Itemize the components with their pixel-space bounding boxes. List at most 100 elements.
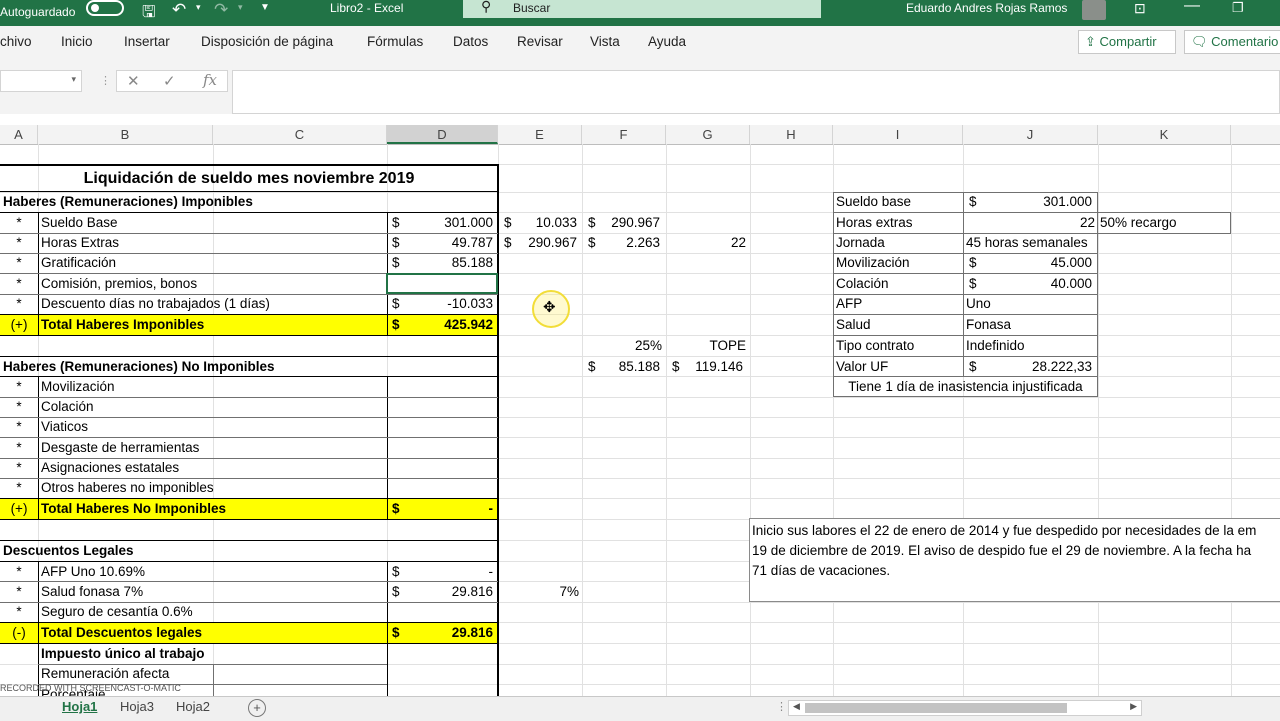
search-box[interactable]: ⚲ Buscar <box>463 0 821 18</box>
note-line: 71 días de vacaciones. <box>752 563 891 578</box>
total-currency: $ <box>392 317 400 332</box>
horizontal-scrollbar[interactable]: ◀ ▶ <box>788 700 1142 716</box>
add-sheet-icon[interactable]: + <box>248 699 266 717</box>
column-header-c[interactable]: C <box>213 125 387 144</box>
row-mark: * <box>16 296 22 311</box>
sheet-tab-hoja2[interactable]: Hoja2 <box>176 699 210 714</box>
total-currency: $ <box>392 625 400 640</box>
tab-insert[interactable]: Insertar <box>124 34 170 49</box>
section-impuesto: Impuesto único al trabajo <box>41 646 205 661</box>
column-header-h[interactable]: H <box>750 125 833 144</box>
column-header-j[interactable]: J <box>963 125 1098 144</box>
info-note: Tiene 1 día de inasistencia injustificad… <box>848 379 1083 394</box>
row-mark: * <box>16 379 22 394</box>
row-mark: * <box>16 440 22 455</box>
row-currency: $ <box>392 564 400 579</box>
restore-icon[interactable]: ❐ <box>1232 0 1244 16</box>
customize-qat-icon[interactable]: ▼ <box>260 2 270 13</box>
scroll-thumb[interactable] <box>805 703 1067 713</box>
formula-input[interactable] <box>232 70 1280 114</box>
save-icon[interactable]: 🖫 <box>142 1 156 28</box>
column-header-d[interactable]: D <box>387 125 498 144</box>
comments-button[interactable]: 🗨 Comentario <box>1184 30 1280 54</box>
row-label: Seguro de cesantía 0.6% <box>41 604 193 619</box>
scroll-right-icon[interactable]: ▶ <box>1130 701 1137 712</box>
user-name[interactable]: Eduardo Andres Rojas Ramos <box>906 1 1067 15</box>
row-mark: * <box>16 255 22 270</box>
sheet-tab-hoja1[interactable]: Hoja1 <box>62 699 97 714</box>
tab-scroll-grip-icon[interactable]: ⋮ <box>776 700 787 713</box>
sheet-tabs-bar: Hoja1 Hoja3 Hoja2 + RECORDED WITH SCREEN… <box>0 683 1280 721</box>
aux-value: 119.146 <box>695 359 743 374</box>
info-value: 45.000 <box>1050 255 1092 270</box>
chevron-down-icon[interactable]: ▾ <box>71 74 76 85</box>
info-value: 28.222,33 <box>1031 359 1092 374</box>
row-mark: * <box>16 604 22 619</box>
cancel-icon[interactable]: ✕ <box>127 72 140 90</box>
sheet-tab-hoja3[interactable]: Hoja3 <box>120 699 154 714</box>
column-header-i[interactable]: I <box>833 125 963 144</box>
insert-function-icon[interactable]: fx <box>203 71 217 89</box>
row-currency: $ <box>392 584 400 599</box>
share-button[interactable]: ⇪ Compartir <box>1078 30 1176 54</box>
ribbon-display-icon[interactable]: ⊡ <box>1134 0 1146 17</box>
selected-cell[interactable] <box>386 273 498 294</box>
tab-formulas[interactable]: Fórmulas <box>367 34 423 49</box>
column-header-a[interactable]: A <box>0 125 38 144</box>
total-value: 425.942 <box>444 317 493 332</box>
tab-view[interactable]: Vista <box>590 34 620 49</box>
section-imponibles: Haberes (Remuneraciones) Imponibles <box>3 194 253 209</box>
row-label: Colación <box>41 399 94 414</box>
note-line: Inicio sus labores el 22 de enero de 201… <box>752 523 1257 538</box>
tab-home[interactable]: Inicio <box>61 34 93 49</box>
total-mark: (+) <box>10 501 28 516</box>
row-label: Descuento días no trabajados (1 días) <box>41 296 270 311</box>
move-cursor-icon: ✥ <box>543 299 556 316</box>
scroll-left-icon[interactable]: ◀ <box>793 701 800 712</box>
tab-data[interactable]: Datos <box>453 34 488 49</box>
undo-dropdown-icon[interactable]: ▾ <box>196 2 201 13</box>
aux-percent: 7% <box>559 584 579 599</box>
row-value: 85.188 <box>451 255 493 270</box>
row-label: Remuneración afecta <box>41 666 170 681</box>
row-value: 301.000 <box>444 215 493 230</box>
column-header-l[interactable] <box>1231 125 1280 144</box>
info-extra: 50% recargo <box>1100 215 1177 230</box>
info-value: 22 <box>1079 215 1095 230</box>
enter-icon[interactable]: ✓ <box>163 72 176 90</box>
avatar[interactable] <box>1082 0 1106 20</box>
aux-currency: $ <box>588 235 596 250</box>
column-header-e[interactable]: E <box>498 125 582 144</box>
aux-value: 10.033 <box>535 215 577 230</box>
notes-textbox[interactable]: Inicio sus labores el 22 de enero de 201… <box>749 518 1280 602</box>
info-value: Indefinido <box>966 338 1025 353</box>
row-currency: $ <box>392 296 400 311</box>
tab-help[interactable]: Ayuda <box>648 34 686 49</box>
share-label: Compartir <box>1099 34 1157 49</box>
redo-dropdown-icon[interactable]: ▾ <box>238 2 243 13</box>
info-value: 301.000 <box>1043 194 1092 209</box>
aux-value: 290.967 <box>611 215 660 230</box>
column-header-b[interactable]: B <box>38 125 213 144</box>
total-mark: (+) <box>10 317 28 332</box>
comments-label: Comentario <box>1211 34 1279 49</box>
tab-review[interactable]: Revisar <box>517 34 563 49</box>
row-mark: * <box>16 460 22 475</box>
total-label: Total Haberes No Imponibles <box>41 501 227 516</box>
share-icon: ⇪ <box>1085 34 1096 49</box>
undo-icon[interactable]: ↶ <box>172 0 186 20</box>
name-box[interactable]: ▾ <box>0 70 82 92</box>
column-header-k[interactable]: K <box>1098 125 1231 144</box>
info-key: AFP <box>836 296 863 311</box>
redo-icon[interactable]: ↷ <box>214 0 228 20</box>
row-currency: $ <box>392 255 400 270</box>
column-header-f[interactable]: F <box>582 125 666 144</box>
aux-value: 2.263 <box>626 235 660 250</box>
tab-page-layout[interactable]: Disposición de página <box>201 34 333 49</box>
autosave-toggle[interactable] <box>86 0 124 16</box>
tab-file[interactable]: chivo <box>0 34 32 49</box>
title-bar: Autoguardado 🖫 ↶ ▾ ↷ ▾ ▼ Libro2 - Excel … <box>0 0 1280 26</box>
minimize-icon[interactable]: — <box>1184 0 1200 15</box>
column-header-g[interactable]: G <box>666 125 750 144</box>
total-currency: $ <box>392 501 400 516</box>
